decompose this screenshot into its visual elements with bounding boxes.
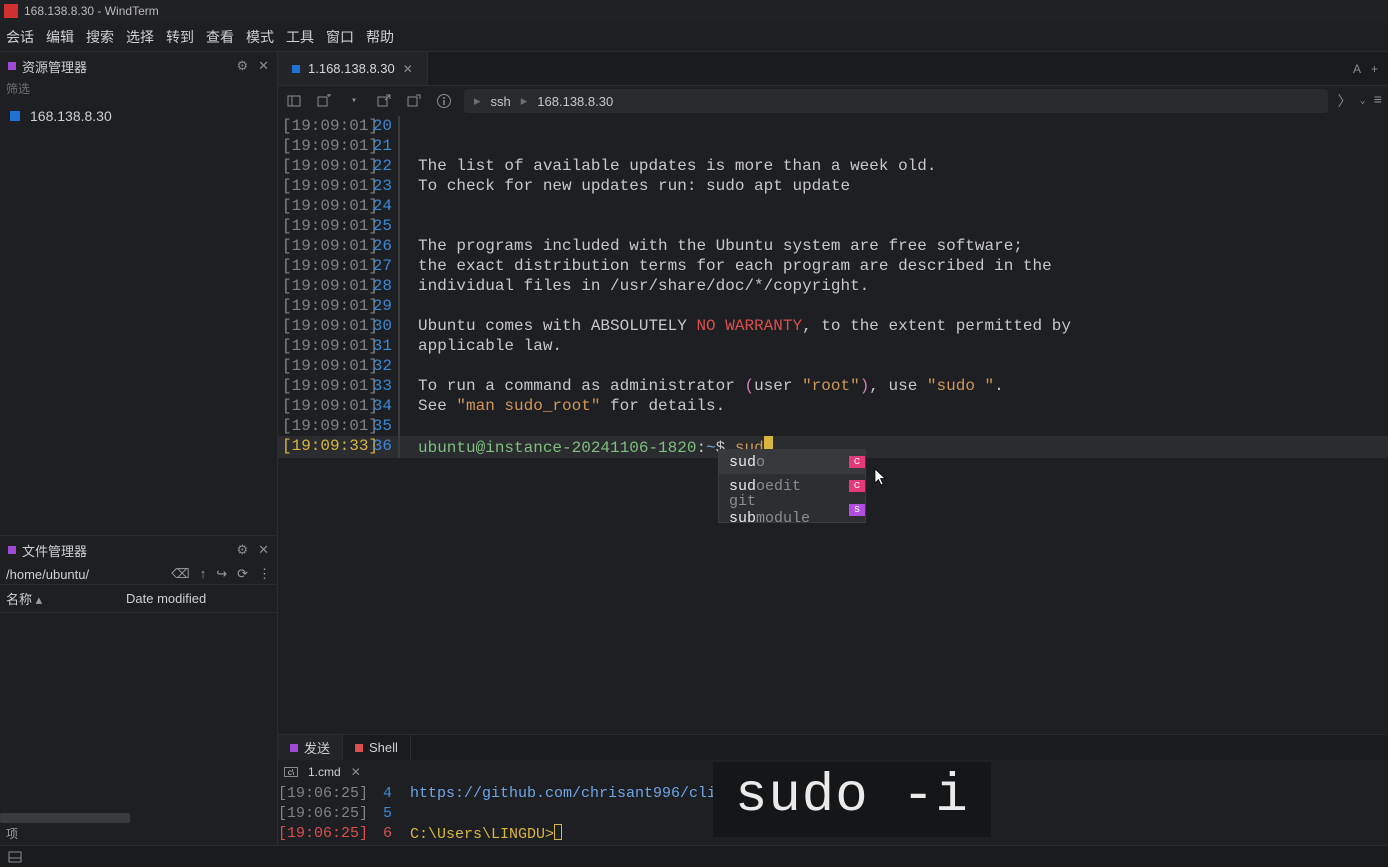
mouse-cursor-icon (874, 468, 888, 488)
forward-arrow-icon[interactable]: ↪ (216, 566, 227, 582)
menu-item[interactable]: 模式 (246, 27, 274, 47)
new-window-icon[interactable] (314, 91, 334, 111)
new-tab-button[interactable]: + (1371, 62, 1378, 76)
close-icon[interactable]: ✕ (351, 765, 361, 779)
tab-label: 1.168.138.8.30 (308, 61, 395, 76)
bottom-panel-tabs: 发送Shell (278, 734, 1388, 760)
gear-icon[interactable]: ⚙ (236, 58, 248, 74)
session-tabs: 1.168.138.8.30 ✕ A + (278, 52, 1388, 86)
file-path[interactable]: /home/ubuntu/ (6, 567, 89, 582)
session-tab[interactable]: 1.168.138.8.30 ✕ (278, 52, 428, 85)
close-icon[interactable]: ✕ (258, 58, 269, 74)
session-toolbar: ▾ ▸ ssh ▸ 168.138.8.30 〉 ⌄ ≡ (278, 86, 1388, 116)
resource-explorer-header: 资源管理器 ⚙ ✕ (0, 52, 277, 80)
cmd-tab-label[interactable]: 1.cmd (308, 765, 341, 779)
menu-item[interactable]: 搜索 (86, 27, 114, 47)
menu-item[interactable]: 帮助 (366, 27, 394, 47)
backspace-icon[interactable]: ⌫ (171, 566, 189, 582)
autocomplete-popup[interactable]: sudocsudoeditcgit submodules (718, 449, 866, 523)
refresh-icon[interactable]: ⟳ (237, 566, 248, 582)
col-name[interactable]: 名称 (6, 592, 32, 607)
items-count-label: 项 (6, 827, 18, 841)
sidebar-toggle-icon[interactable] (284, 91, 304, 111)
breadcrumb-protocol: ssh (491, 94, 511, 109)
menu-item[interactable]: 选择 (126, 27, 154, 47)
panel-dot-icon (8, 62, 16, 70)
file-manager-title: 文件管理器 (22, 541, 87, 560)
menu-item[interactable]: 窗口 (326, 27, 354, 47)
menu-item[interactable]: 编辑 (46, 27, 74, 47)
horizontal-scrollbar[interactable] (0, 813, 130, 823)
encoding-indicator[interactable]: A (1353, 62, 1361, 76)
menubar: 会话编辑搜索选择转到查看模式工具窗口帮助 (0, 22, 1388, 52)
dropdown-icon[interactable]: ▾ (344, 91, 364, 111)
bottom-tab[interactable]: 发送 (278, 735, 343, 760)
host-icon (10, 111, 20, 121)
close-icon[interactable]: ✕ (258, 542, 269, 558)
terminal[interactable]: [19:09:01]20[19:09:01]21[19:09:01]22The … (278, 116, 1388, 734)
menu-item[interactable]: 转到 (166, 27, 194, 47)
menu-item[interactable]: 工具 (286, 27, 314, 47)
autocomplete-item[interactable]: sudoc (719, 450, 865, 474)
keystroke-overlay: sudo -i (713, 762, 991, 837)
app-icon (4, 4, 18, 18)
more-icon[interactable]: ⋮ (258, 566, 271, 582)
statusbar (0, 845, 1388, 867)
resource-item[interactable]: 168.138.8.30 (0, 104, 277, 128)
panel-dot-icon (8, 546, 16, 554)
external-icon[interactable] (374, 91, 394, 111)
sort-asc-icon[interactable]: ▴ (36, 592, 43, 607)
bottom-tab[interactable]: Shell (343, 735, 411, 760)
tab-status-icon (292, 65, 300, 73)
filter-input[interactable]: 筛选 (6, 82, 30, 96)
chevron-right-icon: ▸ (521, 93, 528, 109)
col-date[interactable]: Date modified (126, 591, 206, 606)
menu-item[interactable]: 查看 (206, 27, 234, 47)
chevron-right-icon: ▸ (474, 93, 481, 109)
window-titlebar: 168.138.8.30 - WindTerm (0, 0, 1388, 22)
menu-item[interactable]: 会话 (6, 27, 34, 47)
autocomplete-item[interactable]: git submodules (719, 498, 865, 522)
file-manager-header: 文件管理器 ⚙ ✕ (0, 536, 277, 564)
resource-item-label: 168.138.8.30 (30, 108, 112, 124)
info-icon[interactable] (434, 91, 454, 111)
cmd-file-icon: c\ (284, 767, 298, 777)
panel-toggle-icon[interactable] (8, 850, 22, 864)
menu-icon[interactable]: ≡ (1374, 93, 1382, 109)
breadcrumb[interactable]: ▸ ssh ▸ 168.138.8.30 (464, 89, 1328, 113)
breadcrumb-host: 168.138.8.30 (537, 94, 613, 109)
resource-explorer-title: 资源管理器 (22, 57, 87, 76)
chevron-right-icon[interactable]: 〉 (1338, 91, 1352, 111)
close-icon[interactable]: ✕ (403, 62, 413, 76)
up-arrow-icon[interactable]: ↑ (200, 566, 207, 582)
external-2-icon[interactable] (404, 91, 424, 111)
gear-icon[interactable]: ⚙ (236, 542, 248, 558)
window-title: 168.138.8.30 - WindTerm (24, 4, 159, 18)
chevron-down-icon[interactable]: ⌄ (1360, 95, 1366, 107)
